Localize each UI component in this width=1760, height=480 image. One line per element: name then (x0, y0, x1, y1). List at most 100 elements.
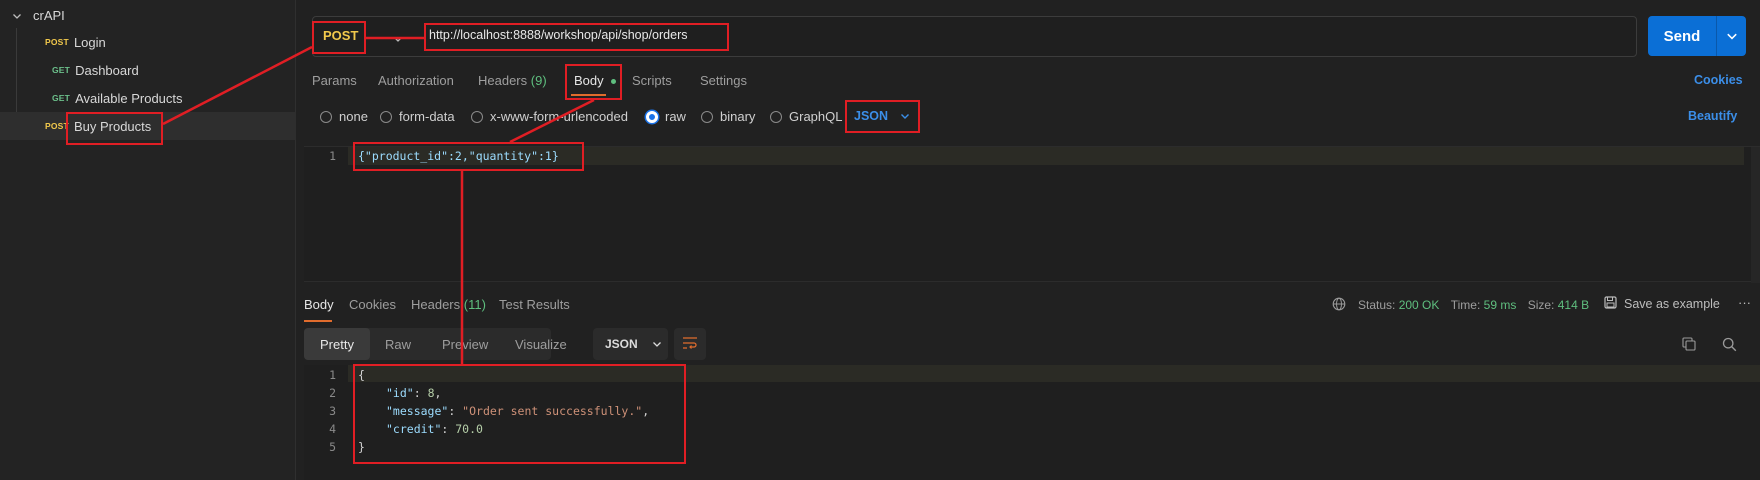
editor-scrollbar[interactable] (1751, 147, 1760, 283)
tab-test-results[interactable]: Test Results (499, 297, 570, 312)
json-close-brace: } (358, 440, 365, 454)
time-label: Time: (1450, 298, 1481, 312)
radio-circle (770, 110, 782, 123)
tab-response-headers[interactable]: Headers (11) (411, 297, 486, 312)
save-icon (1604, 296, 1617, 312)
sidebar-item-dashboard[interactable]: GET Dashboard (0, 56, 296, 84)
tab-body-label: Body (574, 73, 604, 88)
wrap-lines-button[interactable] (674, 328, 706, 360)
response-headers-count: (11) (463, 297, 486, 312)
response-format-select[interactable]: JSON (593, 328, 668, 360)
sidebar: crAPI POST Login GET Dashboard GET Avail… (0, 0, 296, 480)
radio-circle-selected (646, 110, 658, 123)
sidebar-item-label: Available Products (75, 90, 183, 106)
request-body-editor[interactable]: 1 {"product_id":2,"quantity":1} (304, 146, 1760, 283)
json-line-id: "id": 8, (386, 386, 442, 400)
current-line-highlight (348, 365, 1760, 382)
radio-none[interactable]: none (320, 109, 368, 124)
json-line-message: "message": "Order sent successfully.", (386, 404, 650, 418)
size-value[interactable]: 414 B (1558, 298, 1589, 312)
search-icon[interactable] (1722, 337, 1737, 355)
radio-label: raw (665, 109, 686, 124)
line-number: 3 (329, 404, 336, 418)
tab-response-body[interactable]: Body (304, 297, 334, 312)
more-options-icon[interactable]: ··· (1738, 295, 1751, 310)
url-bar: POST http://localhost:8888/workshop/api/… (312, 16, 1637, 57)
active-tab-underline (304, 320, 332, 322)
tab-authorization[interactable]: Authorization (378, 73, 454, 88)
radio-label: x-www-form-urlencoded (490, 109, 628, 124)
response-meta: Status: 200 OK Time: 59 ms Size: 414 B (1358, 298, 1589, 312)
sidebar-item-label: Buy Products (73, 118, 152, 134)
request-editor: POST http://localhost:8888/workshop/api/… (296, 0, 1760, 480)
collection-name: crAPI (33, 7, 65, 23)
json-value: 70.0 (455, 422, 483, 436)
save-as-example-button[interactable]: Save as example (1604, 296, 1720, 312)
radio-graphql[interactable]: GraphQL (770, 109, 842, 124)
wrap-lines-icon (682, 336, 698, 353)
send-button[interactable]: Send (1648, 16, 1746, 56)
radio-circle (320, 110, 332, 123)
tab-response-headers-label: Headers (411, 297, 461, 312)
tab-settings[interactable]: Settings (700, 73, 747, 88)
chevron-down-icon[interactable] (1717, 16, 1746, 56)
json-open-brace: { (358, 368, 365, 382)
tab-body[interactable]: Body (574, 73, 617, 88)
send-button-label: Send (1663, 27, 1701, 45)
view-raw[interactable]: Raw (385, 337, 411, 352)
method-badge: POST (45, 37, 69, 47)
status-value[interactable]: 200 OK (1399, 298, 1440, 312)
sidebar-item-login[interactable]: POST Login (0, 28, 296, 56)
radio-form-data[interactable]: form-data (380, 109, 455, 124)
radio-binary[interactable]: binary (701, 109, 755, 124)
radio-raw[interactable]: raw (646, 109, 686, 124)
tab-headers-label: Headers (478, 73, 528, 88)
body-format-select[interactable]: JSON (854, 108, 910, 124)
radio-circle (471, 110, 483, 123)
chevron-down-icon (652, 338, 662, 352)
radio-label: GraphQL (789, 109, 843, 124)
chevron-down-icon[interactable] (393, 32, 403, 47)
radio-circle (701, 110, 713, 123)
headers-count: (9) (530, 73, 547, 88)
collection-row[interactable]: crAPI (0, 1, 296, 29)
json-key: "id" (386, 386, 414, 400)
radio-urlencoded[interactable]: x-www-form-urlencoded (471, 109, 628, 124)
tab-headers[interactable]: Headers (9) (478, 73, 547, 88)
json-key: "credit" (386, 422, 442, 436)
body-format-label: JSON (854, 109, 889, 123)
sidebar-item-available-products[interactable]: GET Available Products (0, 84, 296, 112)
json-value: 8 (427, 386, 435, 400)
line-number: 1 (329, 368, 336, 382)
time-value[interactable]: 59 ms (1484, 298, 1517, 312)
view-preview[interactable]: Preview (442, 337, 488, 352)
chevron-down-icon[interactable] (12, 9, 22, 24)
view-pretty[interactable]: Pretty (304, 328, 370, 360)
url-input[interactable]: http://localhost:8888/workshop/api/shop/… (429, 28, 688, 42)
line-number: 1 (329, 149, 336, 163)
request-body-text[interactable]: {"product_id":2,"quantity":1} (358, 149, 559, 163)
sidebar-item-buy-products[interactable]: POST Buy Products (0, 112, 296, 140)
sidebar-item-label: Login (73, 34, 106, 50)
beautify-button[interactable]: Beautify (1688, 109, 1737, 123)
view-visualize[interactable]: Visualize (515, 337, 567, 352)
globe-icon[interactable] (1332, 297, 1346, 314)
copy-icon[interactable] (1682, 337, 1696, 354)
tab-response-cookies[interactable]: Cookies (349, 297, 396, 312)
method-badge: GET (52, 65, 71, 75)
line-number: 2 (329, 386, 336, 400)
tab-params[interactable]: Params (312, 73, 357, 88)
radio-circle (380, 110, 392, 123)
cookies-link[interactable]: Cookies (1694, 73, 1743, 87)
status-label: Status: (1358, 298, 1396, 312)
body-indicator-dot (611, 79, 617, 85)
tab-scripts[interactable]: Scripts (632, 73, 672, 88)
radio-label: none (339, 109, 368, 124)
response-format-label: JSON (605, 337, 638, 351)
method-badge: GET (52, 93, 71, 103)
method-select[interactable]: POST (323, 28, 358, 43)
sidebar-item-label: Dashboard (75, 62, 139, 78)
radio-label: binary (720, 109, 756, 124)
response-body-viewer[interactable]: 1 2 3 4 5 { "id": 8, "message": "Order s… (304, 365, 1760, 480)
chevron-down-icon (900, 110, 910, 124)
